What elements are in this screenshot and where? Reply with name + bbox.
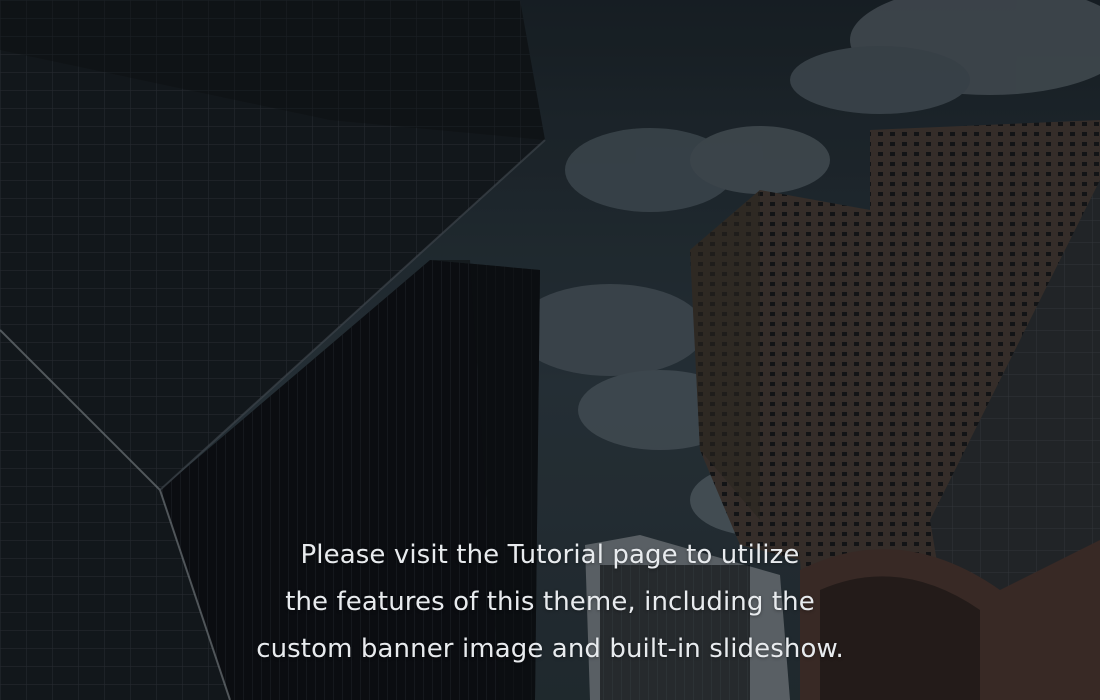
caption-line-2: the features of this theme, including th… (285, 587, 815, 617)
caption-line-3: custom banner image and built-in slidesh… (256, 634, 844, 664)
custom-banner: Please visit the Tutorial page to utiliz… (0, 0, 1100, 700)
caption-line-1: Please visit the Tutorial page to utiliz… (300, 540, 800, 570)
banner-caption: Please visit the Tutorial page to utiliz… (190, 532, 910, 673)
